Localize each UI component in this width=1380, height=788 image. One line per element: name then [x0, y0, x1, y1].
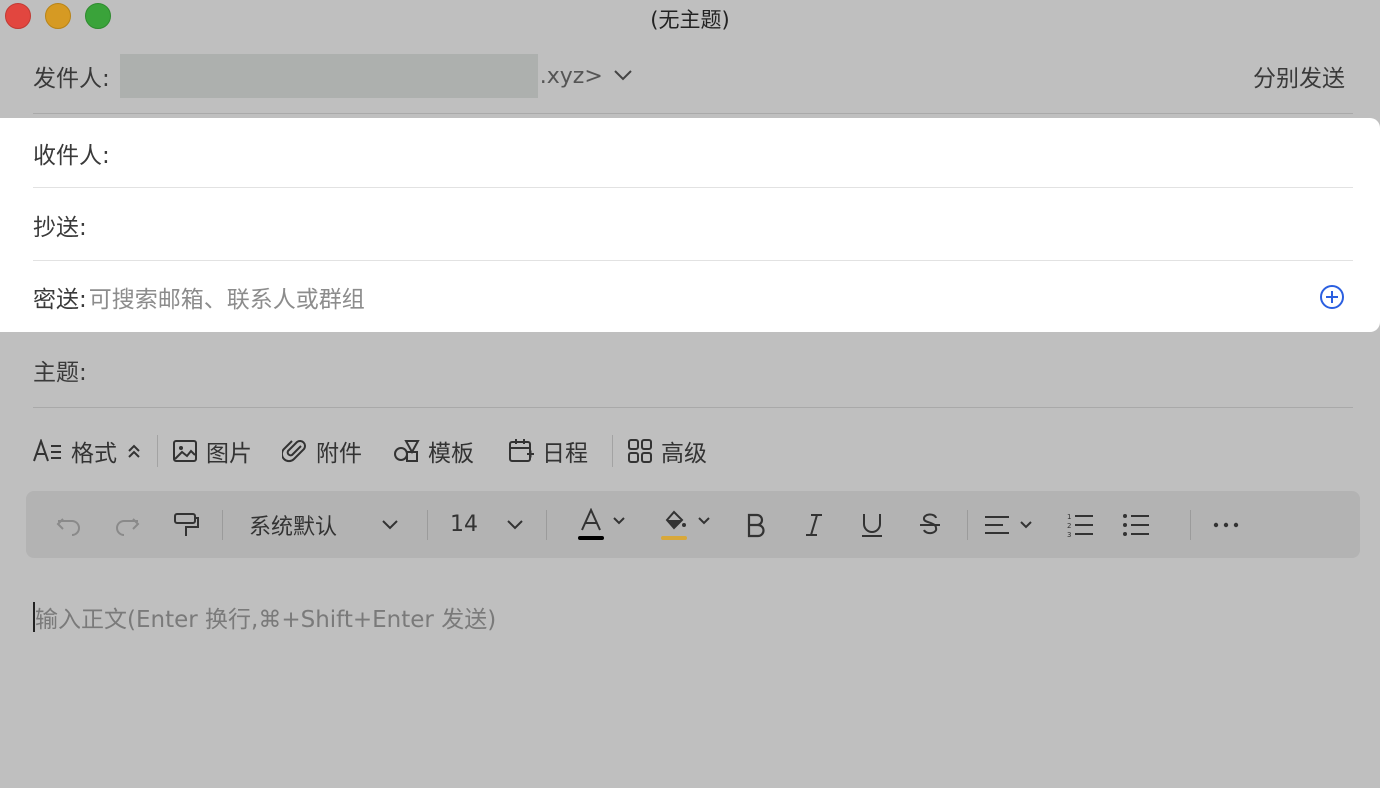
recipients-panel: 收件人: 抄送: 密送: 可搜索邮箱、联系人或群组: [0, 118, 1380, 332]
chevron-down-icon[interactable]: [613, 67, 633, 86]
bcc-row: 密送: 可搜索邮箱、联系人或群组: [33, 262, 1353, 332]
cc-label: 抄送:: [33, 215, 87, 241]
text-color-icon: [578, 507, 625, 540]
redo-icon[interactable]: [98, 513, 156, 537]
sender-domain: .xyz>: [539, 63, 603, 89]
subject-label: 主题:: [33, 360, 87, 386]
font-size-select[interactable]: 14: [428, 512, 546, 537]
align-left-icon: [985, 515, 1032, 534]
template-button[interactable]: 模板: [392, 434, 474, 468]
strikethrough-icon[interactable]: [901, 512, 959, 538]
font-family-select[interactable]: 系统默认: [223, 509, 417, 541]
divider: [33, 260, 1353, 261]
image-icon: [173, 440, 197, 462]
divider: [33, 113, 1353, 114]
font-family-value: 系统默认: [249, 514, 338, 540]
compose-toolbar: 格式 图片 附件 模板 日程 高级: [33, 428, 707, 474]
divider: [157, 435, 158, 467]
cc-row[interactable]: 抄送:: [33, 190, 1353, 260]
svg-text:2: 2: [1067, 522, 1071, 530]
align-select[interactable]: [968, 513, 1052, 537]
message-body-editor[interactable]: 输入正文(Enter 换行,⌘+Shift+Enter 发送): [33, 600, 496, 634]
attachment-button[interactable]: 附件: [282, 434, 362, 468]
divider: [612, 435, 613, 467]
subject-row[interactable]: 主题:: [33, 346, 1353, 394]
format-painter-icon[interactable]: [156, 511, 216, 539]
format-toolbar: 系统默认 14 123: [26, 491, 1360, 558]
text-color-button[interactable]: [563, 507, 643, 542]
add-contact-icon[interactable]: [1319, 284, 1345, 310]
bold-icon[interactable]: [727, 512, 785, 538]
sender-address-redacted: [119, 54, 538, 98]
text-format-icon: [33, 439, 61, 462]
body-placeholder: 输入正文(Enter 换行,⌘+Shift+Enter 发送): [35, 607, 497, 633]
divider: [33, 407, 1353, 408]
divider: [546, 509, 547, 540]
attachment-label: 附件: [316, 441, 362, 467]
image-label: 图片: [206, 441, 252, 467]
italic-icon[interactable]: [785, 512, 843, 538]
calendar-add-icon: [509, 439, 534, 462]
grid-icon: [628, 439, 652, 463]
to-label: 收件人:: [33, 143, 110, 169]
from-row: 发件人: .xyz> 分别发送: [33, 52, 1353, 100]
font-size-value: 14: [450, 512, 478, 537]
schedule-button[interactable]: 日程: [508, 434, 588, 468]
paperclip-icon: [282, 440, 306, 463]
more-icon[interactable]: [1191, 521, 1261, 529]
advanced-label: 高级: [661, 441, 707, 467]
advanced-button[interactable]: 高级: [627, 434, 707, 468]
underline-icon[interactable]: [843, 512, 901, 538]
svg-text:1: 1: [1067, 513, 1071, 521]
bullet-list-icon[interactable]: [1108, 511, 1164, 539]
numbered-list-icon[interactable]: 123: [1052, 511, 1108, 539]
send-separately-button[interactable]: 分别发送: [1253, 59, 1345, 93]
chevron-down-icon: [382, 519, 398, 529]
svg-text:3: 3: [1067, 531, 1071, 539]
from-label: 发件人:: [33, 66, 110, 92]
chevron-down-icon: [507, 519, 523, 529]
highlight-color-button[interactable]: [647, 508, 727, 542]
window-title: (无主题): [650, 8, 730, 32]
to-row[interactable]: 收件人:: [33, 118, 1353, 188]
format-label: 格式: [71, 441, 117, 467]
title-bar: (无主题): [0, 0, 1380, 32]
bcc-input[interactable]: 可搜索邮箱、联系人或群组: [89, 280, 365, 314]
bcc-label: 密送:: [33, 287, 87, 313]
format-button[interactable]: 格式: [33, 434, 143, 468]
insert-image-button[interactable]: 图片: [172, 434, 252, 468]
template-label: 模板: [428, 441, 474, 467]
divider: [33, 187, 1353, 188]
schedule-label: 日程: [542, 441, 588, 467]
template-icon: [394, 440, 420, 462]
fill-bucket-icon: [661, 510, 710, 540]
chevron-up-double-icon: [128, 444, 140, 458]
undo-icon[interactable]: [40, 513, 98, 537]
